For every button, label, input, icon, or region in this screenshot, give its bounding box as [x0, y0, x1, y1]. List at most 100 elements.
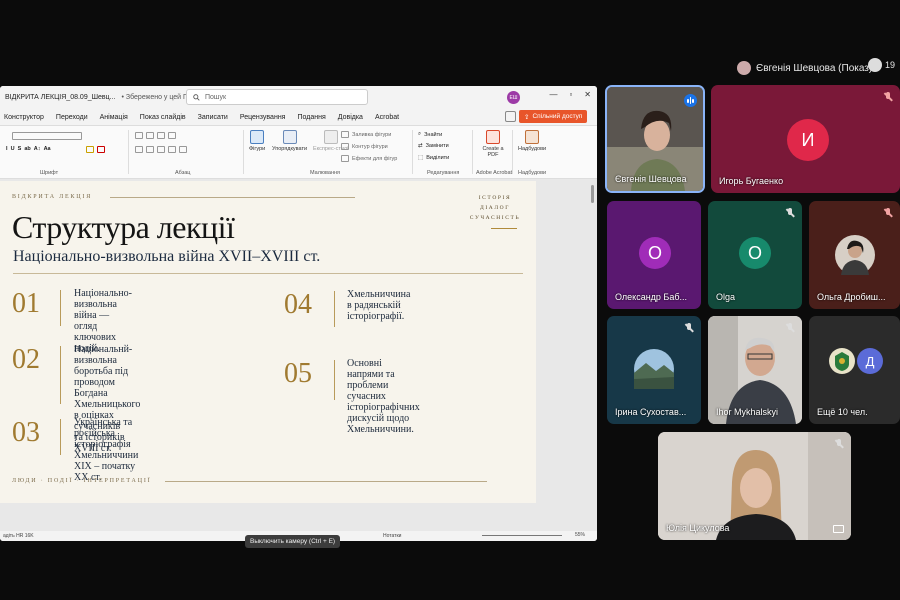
kicker-rule — [110, 197, 355, 198]
font-name-box[interactable] — [12, 132, 82, 140]
shapes-label: Фігури — [249, 146, 266, 152]
highlight-color-icon[interactable] — [86, 146, 105, 153]
list-buttons[interactable] — [135, 132, 176, 139]
item-text: Українська та російська історіографія Хм… — [74, 417, 139, 483]
addins-icon — [525, 130, 540, 144]
replace-icon: ⇄ — [418, 143, 423, 149]
divider — [412, 130, 413, 174]
item-divider — [334, 291, 335, 327]
restore-icon[interactable]: ▫ — [569, 90, 572, 99]
speaking-indicator-icon — [684, 94, 697, 107]
participant-tile-6[interactable]: Ірина Сухостав... — [607, 316, 701, 424]
vertical-scrollbar[interactable] — [591, 185, 594, 203]
participant-tile-4[interactable]: O Olga — [708, 201, 802, 309]
more-participants-tile[interactable]: Д Ещё 10 чел. — [809, 316, 900, 424]
replace-button[interactable]: ⇄ Замінити — [418, 143, 449, 149]
participant-name: Ольга Дробиш... — [817, 292, 886, 302]
participant-tile-7[interactable]: Ihor Mykhalskyi — [708, 316, 802, 424]
presenter-label: Євгенія Шевцова (Показ) — [756, 62, 873, 74]
font-format-buttons[interactable]: I U S ab A↕ Aa — [6, 146, 51, 152]
participant-tile-1[interactable]: Євгенія Шевцова — [605, 85, 705, 193]
participant-tile-9[interactable]: Юлія Цикулова — [658, 432, 851, 540]
brand-line-1: ІСТОРІЯ — [478, 195, 512, 201]
comments-icon[interactable] — [505, 111, 516, 122]
item-number: 05 — [284, 358, 312, 389]
tab-transitions[interactable]: Переходи — [56, 114, 95, 121]
select-button[interactable]: ⬚ Виділити — [418, 155, 449, 161]
divider — [243, 130, 244, 174]
presenter-avatar — [737, 61, 751, 75]
user-avatar[interactable]: ЕШ — [507, 91, 520, 104]
item-text: Хмельниччина в радянській історіографії. — [347, 289, 411, 322]
ribbon: I U S ab A↕ Aa Шрифт Абзац Фігури Упоряд… — [0, 125, 597, 179]
ribbon-tabs: Конструктор Переходи Анімація Показ слай… — [0, 109, 597, 125]
zoom-level[interactable]: 55% — [575, 532, 585, 538]
tab-review[interactable]: Рецензування — [240, 114, 293, 121]
meet-stage: Євгенія Шевцова (Показ) 19 ВІДКРИТА ЛЕКЦ… — [0, 0, 900, 600]
status-left: адіть HR 16K — [3, 533, 34, 539]
item-number: 04 — [284, 289, 312, 320]
tab-help[interactable]: Довідка — [338, 114, 370, 121]
window-controls: — ▫ ✕ — [549, 90, 591, 99]
tab-view[interactable]: Подання — [297, 114, 332, 121]
camera-tooltip: Выключить камеру (Ctrl + E) — [245, 535, 341, 548]
document-title: ВІДКРИТА ЛЕКЦІЯ_08.09_Шевц... — [5, 94, 116, 101]
zoom-slider[interactable] — [482, 535, 562, 536]
slide-footer: ЛЮДИ · ПОДІЇ · ІНТЕРПРЕТАЦІЇ — [12, 478, 152, 484]
powerpoint-window: ВІДКРИТА ЛЕКЦІЯ_08.09_Шевц... • Збережен… — [0, 86, 597, 541]
font-group-label: Шрифт — [40, 170, 59, 176]
adobe-group-label: Adobe Acrobat — [476, 170, 513, 176]
presenter-chip[interactable]: Євгенія Шевцова (Показ) — [737, 58, 872, 78]
slide-canvas[interactable]: ВІДКРИТА ЛЕКЦІЯ ІСТОРІЯ ДІАЛОГ СУЧАСНІСТ… — [0, 181, 536, 503]
mic-off-icon — [834, 439, 844, 449]
mic-off-icon — [785, 208, 795, 218]
footer-rule — [165, 481, 487, 482]
create-pdf-button[interactable]: Create a PDF — [480, 130, 506, 158]
participant-avatar: О — [639, 237, 671, 269]
minimize-icon[interactable]: — — [549, 90, 557, 99]
shape-fill-label: Заливка фігури — [352, 131, 392, 138]
participant-photo — [634, 349, 674, 389]
participant-tile-2[interactable]: И Игорь Бугаенко — [711, 85, 900, 193]
shape-outline-label: Контур фігури — [352, 143, 388, 150]
quick-styles-icon — [323, 130, 338, 144]
divider — [128, 130, 129, 174]
participant-name: Игорь Бугаенко — [719, 176, 784, 186]
people-count-chip[interactable]: 19 — [868, 58, 895, 72]
find-button[interactable]: ⌕ Знайти — [418, 131, 442, 138]
participant-tile-5[interactable]: Ольга Дробиш... — [809, 201, 900, 309]
arrange-button[interactable]: Упорядкувати — [272, 130, 307, 152]
shapes-button[interactable]: Фігури — [249, 130, 265, 152]
notes-button[interactable]: Нотатки — [383, 533, 401, 539]
item-number: 01 — [12, 288, 40, 319]
participant-name: Євгенія Шевцова — [615, 174, 687, 184]
participant-tile-3[interactable]: О Олександр Баб... — [607, 201, 701, 309]
mic-off-icon — [684, 323, 694, 333]
tab-record[interactable]: Записати — [198, 114, 235, 121]
select-label: Виділити — [426, 155, 450, 161]
item-divider — [334, 360, 335, 400]
slide-brand: ІСТОРІЯ ДІАЛОГ СУЧАСНІСТЬ — [465, 193, 525, 223]
paragraph-group-label: Абзац — [175, 170, 191, 176]
shape-outline-button[interactable]: Контур фігури — [341, 143, 388, 150]
shapes-icon — [250, 130, 265, 144]
tab-design[interactable]: Конструктор — [4, 114, 51, 121]
align-buttons[interactable] — [135, 146, 187, 153]
shape-fill-button[interactable]: Заливка фігури — [341, 131, 391, 138]
shape-effects-button[interactable]: Ефекти для фігур — [341, 155, 397, 162]
tab-animations[interactable]: Анімація — [100, 114, 135, 121]
create-pdf-label: Create a PDF — [482, 146, 504, 158]
close-icon[interactable]: ✕ — [584, 90, 591, 99]
tab-acrobat[interactable]: Acrobat — [375, 114, 406, 121]
item-number: 02 — [12, 344, 40, 375]
tab-slideshow[interactable]: Показ слайдів — [140, 114, 193, 121]
addins-button[interactable]: Надбудови — [518, 130, 546, 152]
participant-avatar: O — [739, 237, 771, 269]
editing-group-label: Редагування — [427, 170, 460, 176]
item-number: 03 — [12, 417, 40, 448]
search-box[interactable]: Пошук — [186, 89, 368, 105]
share-button[interactable]: ⇪ Спільний доступ — [519, 110, 588, 123]
slide-title: Структура лекції — [12, 209, 235, 245]
mic-off-icon — [883, 92, 893, 102]
search-icon — [193, 93, 200, 101]
